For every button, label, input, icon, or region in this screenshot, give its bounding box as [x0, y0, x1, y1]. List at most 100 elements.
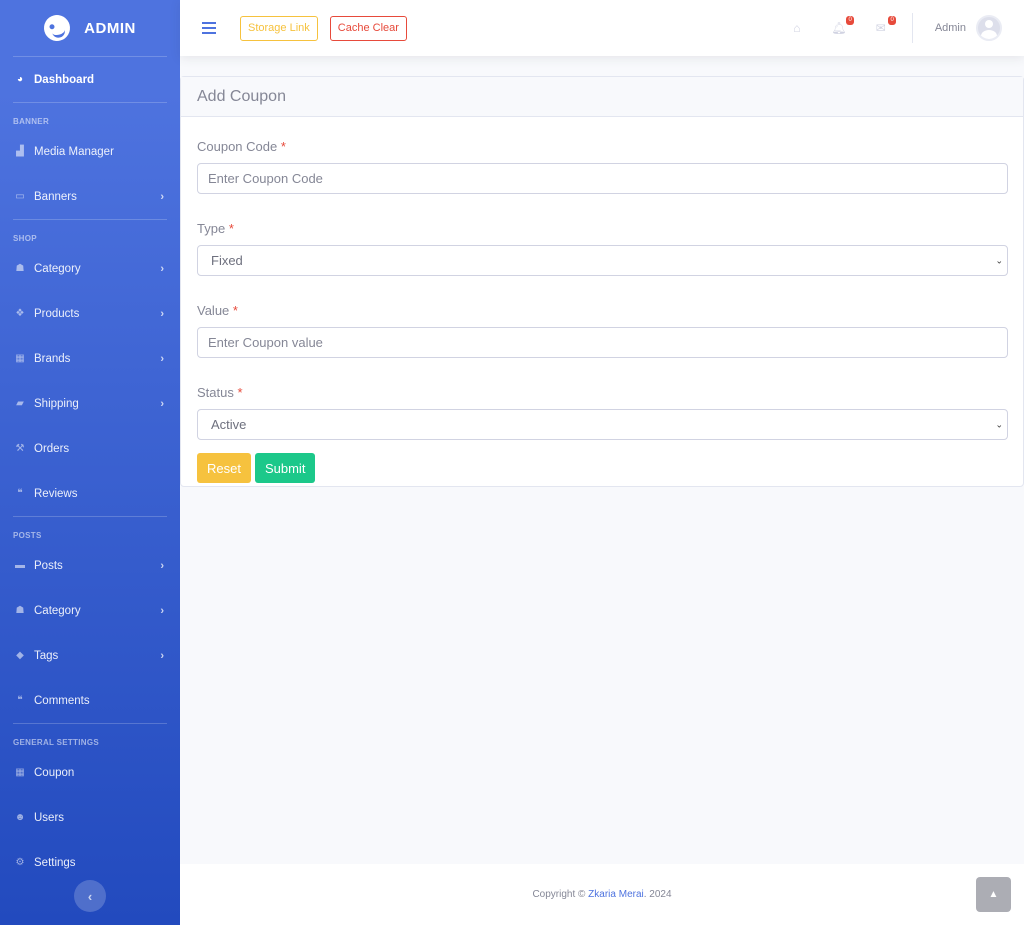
topbar: Storage Link Cache Clear ⌂ 🔔︎ 0 ✉ 0 Admin	[180, 0, 1024, 56]
sidebar-item-shipping[interactable]: ▰ Shipping ›	[0, 381, 180, 426]
sidebar-item-tags[interactable]: ◆ Tags ›	[0, 633, 180, 678]
sidebar-heading-banner: BANNER	[13, 117, 50, 126]
chevron-down-icon: ⌄	[995, 419, 1003, 429]
chevron-right-icon: ›	[160, 604, 164, 617]
sidebar-item-label: Coupon	[34, 766, 75, 779]
sidebar-item-dashboard[interactable]: ◕ Dashboard	[0, 57, 180, 102]
sidebar-heading-general-settings: GENERAL SETTINGS	[13, 738, 99, 747]
users-icon: ☻	[14, 812, 26, 823]
image-icon: ▭	[15, 191, 25, 202]
footer: Copyright © Zkaria Merai. 2024	[180, 864, 1024, 925]
folder-icon: ▬	[15, 560, 25, 571]
sidebar-item-label: Comments	[34, 694, 90, 707]
tags-icon: ◆	[16, 650, 24, 661]
sidebar-item-label: Settings	[34, 856, 76, 869]
sidebar-item-posts[interactable]: ▬ Posts ›	[0, 543, 180, 588]
status-select-value: Active	[211, 417, 247, 432]
bell-icon[interactable]: 🔔︎ 0	[831, 16, 854, 35]
status-label: Status *	[197, 385, 243, 400]
avatar[interactable]	[976, 15, 1002, 41]
sidebar-item-comments[interactable]: ❝ Comments	[0, 678, 180, 723]
gear-icon: ⚙	[15, 857, 25, 868]
sidebar-toggle-button[interactable]: ‹	[74, 880, 106, 912]
sidebar-item-coupon[interactable]: ▦ Coupon	[0, 750, 180, 795]
reset-button[interactable]: Reset	[197, 453, 251, 483]
sidebar-item-orders[interactable]: ⚒ Orders	[0, 426, 180, 471]
coupon-code-label: Coupon Code *	[197, 139, 286, 154]
sitemap-icon: ☗	[15, 605, 25, 616]
chevron-right-icon: ›	[160, 190, 164, 203]
hammer-icon: ⚒	[15, 443, 25, 454]
sidebar-item-label: Banners	[34, 190, 77, 203]
sidebar-item-banners[interactable]: ▭ Banners ›	[0, 174, 180, 219]
brand-name: ADMIN	[84, 19, 136, 37]
topbar-divider	[911, 13, 913, 43]
sidebar-item-reviews[interactable]: ❝ Reviews	[0, 471, 180, 516]
sidebar-item-label: Shipping	[34, 397, 79, 410]
sitemap-icon: ☗	[15, 263, 25, 274]
comments-icon: ❝	[17, 488, 23, 499]
topbar-right: ⌂ 🔔︎ 0 ✉ 0 Admin	[790, 0, 1024, 56]
user-name[interactable]: Admin	[935, 22, 966, 34]
chevron-right-icon: ›	[160, 649, 164, 662]
chevron-left-icon: ‹	[87, 888, 93, 904]
sidebar-item-settings[interactable]: ⚙ Settings	[0, 840, 180, 885]
coupon-form: Coupon Code * Enter Coupon Code Type * F…	[181, 117, 1023, 483]
sidebar-item-products[interactable]: ❖ Products ›	[0, 291, 180, 336]
author-link[interactable]: Zkaria Merai	[588, 889, 644, 900]
type-label: Type *	[197, 221, 234, 236]
cubes-icon: ❖	[15, 308, 25, 319]
brand[interactable]: ADMIN	[0, 0, 180, 56]
sidebar-item-label: Dashboard	[34, 73, 95, 86]
sidebar-item-label: Brands	[34, 352, 71, 365]
sidebar-item-media-manager[interactable]: ▟ Media Manager	[0, 129, 180, 174]
sidebar-item-label: Category	[34, 262, 81, 275]
sidebar-item-label: Posts	[34, 559, 63, 572]
coupon-code-input[interactable]: Enter Coupon Code	[197, 163, 1008, 194]
form-actions: Reset Submit	[197, 453, 1007, 483]
sidebar-heading-shop: SHOP	[13, 234, 37, 243]
sidebar-item-label: Users	[34, 811, 65, 824]
chart-area-icon: ▟	[16, 146, 24, 157]
sidebar-heading-posts: POSTS	[13, 531, 42, 540]
chevron-right-icon: ›	[160, 307, 164, 320]
smiley-logo-icon	[41, 12, 74, 44]
sidebar-item-brands[interactable]: ▦ Brands ›	[0, 336, 180, 381]
notifications-badge: 0	[846, 16, 854, 25]
sidebar-item-category[interactable]: ☗ Category ›	[0, 246, 180, 291]
sidebar-item-label: Products	[34, 307, 80, 320]
type-select[interactable]: Fixed ⌄	[197, 245, 1008, 276]
page-title: Add Coupon	[197, 87, 286, 105]
chevron-right-icon: ›	[160, 559, 164, 572]
chevron-right-icon: ›	[160, 352, 164, 365]
chevron-down-icon: ⌄	[995, 255, 1003, 265]
sidebar-item-label: Reviews	[34, 487, 78, 500]
home-icon[interactable]: ⌂	[790, 21, 804, 35]
sidebar-item-users[interactable]: ☻ Users	[0, 795, 180, 840]
copyright-prefix: Copyright ©	[532, 889, 586, 900]
angle-up-icon: ▲	[988, 889, 999, 900]
scroll-to-top-button[interactable]: ▲	[976, 877, 1011, 912]
sidebar: ADMIN ◕ Dashboard BANNER ▟ Media Manager…	[0, 0, 180, 925]
messages-badge: 0	[888, 16, 896, 25]
menu-toggle-icon[interactable]	[202, 22, 216, 34]
submit-button[interactable]: Submit	[254, 453, 316, 483]
status-select[interactable]: Active ⌄	[197, 409, 1008, 440]
envelope-icon[interactable]: ✉ 0	[874, 16, 896, 35]
table-icon: ▦	[15, 767, 25, 778]
type-select-value: Fixed	[211, 253, 243, 268]
copyright-suffix: . 2024	[643, 889, 672, 900]
comments-icon: ❝	[17, 695, 23, 706]
cache-clear-button[interactable]: Cache Clear	[329, 15, 407, 41]
card-header: Add Coupon	[181, 77, 1023, 117]
chevron-right-icon: ›	[160, 262, 164, 275]
sidebar-item-label: Media Manager	[34, 145, 114, 158]
tachometer-icon: ◕	[16, 74, 24, 85]
table-icon: ▦	[15, 353, 25, 364]
truck-icon: ▰	[16, 398, 24, 409]
sidebar-item-label: Category	[34, 604, 81, 617]
sidebar-item-post-category[interactable]: ☗ Category ›	[0, 588, 180, 633]
add-coupon-card: Add Coupon Coupon Code * Enter Coupon Co…	[180, 76, 1024, 487]
coupon-value-input[interactable]: Enter Coupon value	[197, 327, 1008, 358]
storage-link-button[interactable]: Storage Link	[240, 15, 318, 41]
